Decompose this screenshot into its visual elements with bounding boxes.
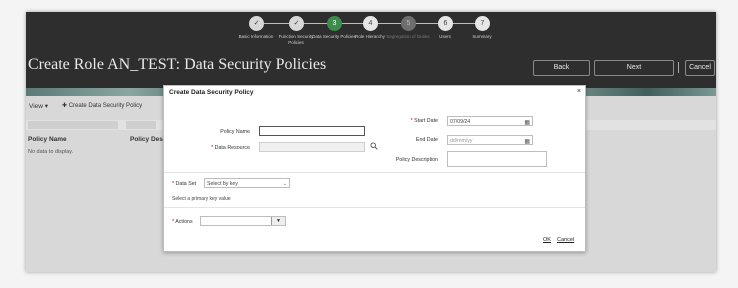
search-icon[interactable] — [370, 142, 378, 150]
dialog-cancel-button[interactable]: Cancel — [557, 237, 574, 243]
plus-icon: ✚ — [62, 103, 68, 109]
start-date-label: * Start Date — [410, 118, 438, 124]
train-step-summary[interactable]: 7 — [475, 16, 490, 31]
actions-select[interactable]: ▼ — [200, 216, 286, 226]
section-divider — [164, 172, 585, 173]
train-step-role-hierarchy[interactable]: 4 — [363, 16, 378, 31]
train-step-data-security[interactable]: 3 — [327, 16, 342, 31]
ok-button[interactable]: OK — [543, 237, 551, 243]
page-header: ✓ Basic Information ✓ Function Security … — [26, 12, 716, 96]
cancel-button[interactable]: Cancel — [685, 60, 715, 76]
train-step-users[interactable]: 6 — [438, 16, 453, 31]
section-divider — [164, 207, 585, 208]
train-stops: ✓ Basic Information ✓ Function Security … — [26, 12, 716, 52]
create-policy-label: Create Data Security Policy — [68, 103, 143, 109]
policy-description-label: Policy Description — [395, 157, 438, 163]
next-button[interactable]: Next — [594, 60, 674, 76]
train-label-summary: Summary — [472, 34, 492, 39]
filter-cell-policy-name[interactable] — [28, 121, 118, 129]
end-date-label: End Date — [415, 137, 438, 143]
policy-name-label: Policy Name — [220, 129, 250, 135]
column-header-policy-description[interactable]: Policy Des — [130, 136, 163, 143]
close-icon[interactable]: × — [577, 88, 581, 95]
policy-description-textarea[interactable] — [447, 151, 547, 167]
app-window: ✓ Basic Information ✓ Function Security … — [26, 12, 716, 272]
page-title: Create Role AN_TEST: Data Security Polic… — [28, 56, 327, 73]
calendar-icon[interactable]: ▦ — [524, 118, 530, 128]
calendar-icon[interactable]: ▦ — [524, 137, 530, 147]
page: ✓ Basic Information ✓ Function Security … — [0, 0, 738, 288]
back-button[interactable]: Back — [533, 60, 590, 76]
chevron-down-icon: ⌄ — [282, 181, 287, 187]
data-resource-label: * Data Resource — [211, 145, 250, 151]
train-step-segregation-of-duties: 5 — [401, 16, 416, 31]
data-set-label: * Data Set — [172, 181, 197, 187]
policy-name-input[interactable] — [259, 126, 365, 136]
create-policy-button[interactable]: ✚ Create Data Security Policy — [62, 102, 142, 109]
create-data-security-policy-dialog: Create Data Security Policy × Policy Nam… — [163, 85, 586, 252]
data-set-select[interactable]: Select by key ⌄ — [204, 178, 290, 188]
dropdown-button[interactable]: ▼ — [271, 217, 285, 225]
button-separator — [678, 62, 679, 73]
filter-cell-policy-description[interactable] — [126, 121, 156, 129]
data-set-hint: Select a primary key value — [172, 196, 231, 202]
end-date-input[interactable]: dd/mm/yy ▦ — [447, 135, 533, 145]
train-step-function-security[interactable]: ✓ — [289, 16, 304, 31]
empty-table-message: No data to display. — [28, 149, 74, 155]
train-step-basic-information[interactable]: ✓ — [249, 16, 264, 31]
actions-label: * Actions — [172, 219, 193, 225]
view-menu[interactable]: View ▾ — [29, 102, 48, 110]
dialog-title: Create Data Security Policy — [169, 89, 254, 96]
start-date-input[interactable]: 07/09/24 ▦ — [447, 116, 533, 126]
data-resource-input[interactable] — [259, 142, 365, 152]
train-label-basic-information: Basic Information — [238, 34, 274, 39]
column-header-policy-name[interactable]: Policy Name — [28, 136, 67, 143]
